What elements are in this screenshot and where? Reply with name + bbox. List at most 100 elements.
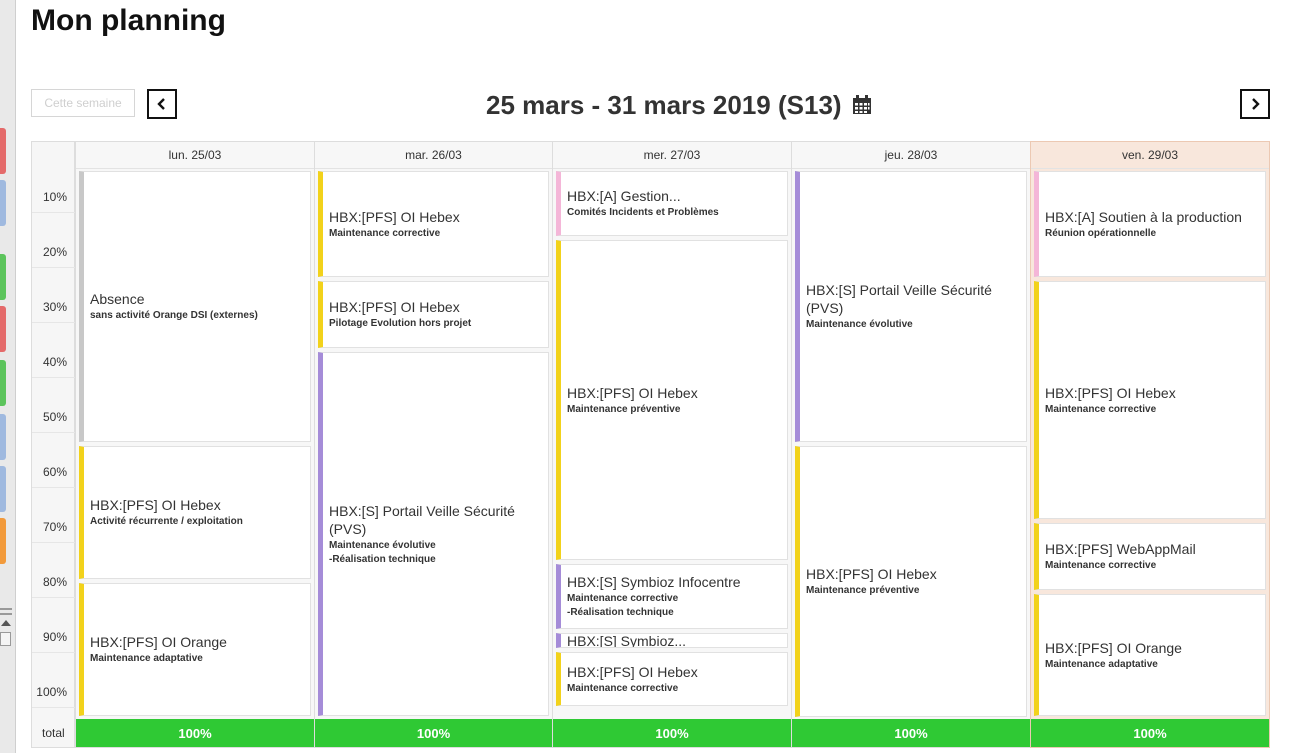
planning-event-card[interactable]: HBX:[PFS] OI Hebex Pilotage Evolution hor… [318,281,549,348]
event-title: HBX:[S] Portail Veille Sécurité (PVS) [806,282,992,316]
event-subtitle: Maintenance préventive [567,403,681,415]
event-title: HBX:[PFS] OI Orange [90,634,227,650]
day-total: 100% [1031,719,1269,747]
chevron-right-icon [1252,98,1260,110]
calendar-icon[interactable] [852,95,872,115]
event-title: HBX:[A] Gestion... [567,188,681,204]
sidebar-tab-red-2[interactable] [0,306,6,352]
day-total: 100% [76,719,314,747]
sidebar-tab-blue-3[interactable] [0,466,6,512]
day-header[interactable]: lun. 25/03 [76,142,314,169]
planning-event-card[interactable]: HBX:[A] Gestion... Comités Incidents et P… [556,171,788,236]
planning-event-card[interactable]: Absence sans activité Orange DSI (externe… [79,171,311,442]
page-title: Mon planning [31,4,226,37]
event-title: HBX:[PFS] OI Hebex [329,208,460,225]
scale-label: 40% [42,355,67,369]
planning-event-card[interactable]: HBX:[PFS] WebAppMail Maintenance correcti… [1034,523,1266,590]
day-header[interactable]: ven. 29/03 [1031,142,1269,169]
scale-label: 20% [42,245,67,259]
event-subtitle: Comités Incidents et Problèmes [567,207,719,218]
event-subtitle: Maintenance adaptative [1045,658,1158,670]
event-subtitle-detail: -Réalisation technique [329,553,436,565]
day-total: 100% [553,719,791,747]
sidebar-tab-orange[interactable] [0,518,6,564]
event-subtitle: Maintenance adaptative [90,653,203,664]
sidebar-tab-green-2[interactable] [0,360,6,406]
planning-event-card[interactable]: HBX:[PFS] OI Hebex Maintenance corrective [556,652,788,706]
left-sidebar-strip [0,0,16,753]
day-column: jeu. 28/03 HBX:[S] Portail Veille Sécuri… [791,141,1031,748]
sidebar-tab-green[interactable] [0,254,6,300]
event-subtitle: Maintenance corrective [329,227,441,239]
scale-gridline [32,267,75,268]
planning-event-card[interactable]: HBX:[S] Portail Veille Sécurité (PVS) Mai… [318,352,549,716]
scale-gridline [32,542,75,543]
event-title: HBX:[PFS] OI Hebex [1045,384,1176,401]
scale-gridline [32,597,75,598]
planning-event-card[interactable]: HBX:[PFS] OI Hebex Maintenance préventive [795,446,1027,717]
planning-event-card[interactable]: HBX:[PFS] OI Hebex Maintenance corrective [1034,281,1266,519]
event-subtitle: Maintenance évolutive [329,539,436,551]
event-subtitle: sans activité Orange DSI (externes) [90,310,258,321]
event-subtitle: Activité récurrente / exploitation [90,516,243,527]
day-header[interactable]: mar. 26/03 [315,142,552,169]
event-subtitle-detail: -Réalisation technique [567,607,674,618]
scale-gridline [32,432,75,433]
planning-event-card[interactable]: HBX:[PFS] OI Orange Maintenance adaptativ… [79,583,311,716]
day-column-today: ven. 29/03 HBX:[A] Soutien à la producti… [1030,141,1270,748]
planning-event-card[interactable]: HBX:[S] Symbioz Infocentre Maintenance co… [556,564,788,629]
sidebar-collapse-arrow-icon[interactable] [1,620,11,626]
event-subtitle: Maintenance corrective [567,593,679,604]
day-header[interactable]: mer. 27/03 [553,142,791,169]
sidebar-tab-red[interactable] [0,128,6,174]
event-subtitle: Réunion opérationnelle [1045,227,1157,239]
event-title: HBX:[S] Portail Veille Sécurité (PVS) [329,502,515,537]
event-title: HBX:[S] Symbioz... [567,633,687,648]
event-title: HBX:[PFS] OI Hebex [806,566,937,582]
event-subtitle: Maintenance corrective [567,682,679,694]
sidebar-divider [0,608,12,610]
event-title: HBX:[PFS] OI Hebex [567,384,698,401]
sidebar-tab-blue[interactable] [0,180,6,226]
day-header[interactable]: jeu. 28/03 [792,142,1030,169]
scale-gridline [32,322,75,323]
scale-gridline [32,707,75,708]
planning-event-card[interactable]: HBX:[PFS] OI Hebex Maintenance préventive [556,240,788,560]
percentage-scale: 10% 20% 30% 40% 50% 60% 70% 80% 90% 100% total [31,141,75,748]
scale-label: 60% [42,465,67,479]
planning-event-card[interactable]: HBX:[PFS] OI Hebex Maintenance corrective [318,171,549,277]
planning-event-card[interactable]: HBX:[PFS] OI Hebex Activité récurrente / … [79,446,311,579]
day-total: 100% [792,719,1030,747]
chevron-left-icon [157,98,165,110]
planning-event-card[interactable]: HBX:[PFS] OI Orange Maintenance adaptativ… [1034,594,1266,716]
day-total: 100% [315,719,552,747]
event-subtitle: Maintenance corrective [1045,403,1157,415]
next-week-button[interactable] [1240,89,1270,119]
event-title: Absence [90,291,145,307]
scale-label: 80% [42,575,67,589]
event-title: HBX:[A] Soutien à la production [1045,208,1242,225]
scale-label: 30% [42,300,67,314]
scale-gridline [32,377,75,378]
scale-gridline [32,487,75,488]
planning-event-card[interactable]: HBX:[S] Portail Veille Sécurité (PVS) Mai… [795,171,1027,442]
planning-event-card[interactable]: HBX:[S] Symbioz... [556,633,788,648]
day-column: lun. 25/03 Absence sans activité Orange D… [75,141,315,748]
day-column: mer. 27/03 HBX:[A] Gestion... Comités Inc… [552,141,792,748]
scale-label: 10% [42,190,67,204]
event-title: HBX:[PFS] OI Orange [1045,639,1182,656]
sidebar-list-icon[interactable] [0,632,11,646]
sidebar-tab-blue-2[interactable] [0,414,6,460]
event-title: HBX:[PFS] OI Hebex [567,663,698,680]
this-week-button[interactable]: Cette semaine [31,89,135,117]
scale-gridline [32,212,75,213]
scale-label: 50% [42,410,67,424]
scale-label: 90% [42,630,67,644]
total-row-label: total [42,726,65,740]
event-subtitle: Pilotage Evolution hors projet [329,318,472,329]
previous-week-button[interactable] [147,89,177,119]
event-title: HBX:[S] Symbioz Infocentre [567,574,741,590]
planning-event-card[interactable]: HBX:[A] Soutien à la production Réunion o… [1034,171,1266,277]
event-subtitle: Maintenance évolutive [806,319,913,330]
scale-gridline [32,652,75,653]
